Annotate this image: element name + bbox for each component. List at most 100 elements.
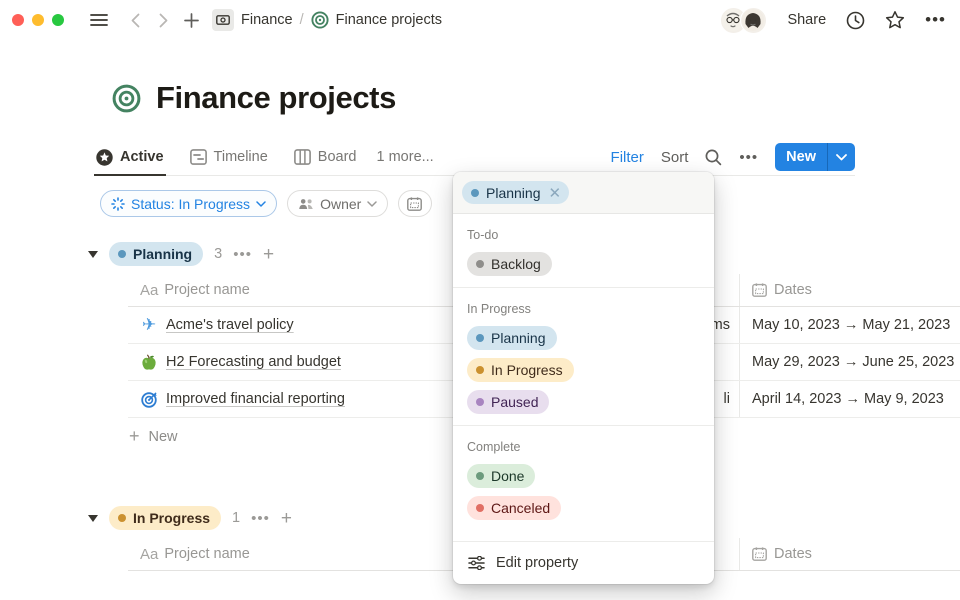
status-filter-label: Status: In Progress	[131, 196, 250, 212]
edit-property-button[interactable]: Edit property	[453, 541, 714, 584]
new-page-plus-icon[interactable]	[178, 7, 204, 33]
menu-group-complete: Complete Done Canceled	[453, 425, 714, 531]
notion-window: Finance / Finance projects Share	[0, 0, 960, 600]
close-window-button[interactable]	[12, 14, 24, 26]
favorite-star-icon[interactable]	[885, 10, 905, 30]
avatar[interactable]	[740, 7, 767, 34]
new-button-label[interactable]: New	[775, 143, 827, 171]
calendar-icon	[752, 547, 767, 561]
dates-cell[interactable]: May 29, 2023 → June 25, 2023	[740, 354, 960, 370]
burst-icon	[111, 197, 125, 211]
new-button[interactable]: New	[775, 143, 855, 171]
menu-group-in-progress: In Progress Planning In Progress Paused	[453, 287, 714, 425]
window-controls	[12, 14, 64, 26]
breadcrumb-item-finance[interactable]: Finance	[241, 12, 293, 28]
column-header-project-name[interactable]: Aa Project name	[128, 282, 455, 299]
zoom-window-button[interactable]	[52, 14, 64, 26]
group-options-icon[interactable]: •••	[233, 246, 252, 263]
dates-filter-chip[interactable]	[398, 190, 432, 217]
banknote-icon	[212, 9, 234, 31]
tab-label: Board	[318, 149, 357, 165]
group-header-in-progress: In Progress 1 ••• +	[88, 505, 292, 531]
window-titlebar: Finance / Finance projects Share	[0, 0, 960, 40]
page-header: Finance projects	[112, 80, 396, 116]
calendar-icon	[752, 283, 767, 297]
menu-option-canceled[interactable]: Canceled	[467, 496, 700, 520]
page-title: Finance projects	[156, 80, 396, 116]
filter-button[interactable]: Filter	[611, 149, 644, 166]
plus-icon: +	[129, 426, 140, 447]
edit-property-label: Edit property	[496, 555, 578, 571]
chevron-down-icon	[256, 201, 266, 207]
owner-filter-chip[interactable]: Owner	[287, 190, 388, 217]
target-icon	[311, 11, 329, 29]
page-target-icon[interactable]	[112, 84, 141, 113]
column-header-project-name[interactable]: Aa Project name	[128, 546, 455, 563]
group-count: 1	[232, 510, 240, 526]
collaborator-avatars	[720, 7, 767, 34]
new-button-chevron-down-icon[interactable]	[827, 143, 855, 171]
chevron-down-icon	[367, 201, 377, 207]
menu-group-label: Complete	[467, 440, 700, 454]
remove-tag-icon[interactable]: ✕	[549, 184, 562, 202]
share-button[interactable]: Share	[787, 12, 826, 28]
group-add-icon[interactable]: +	[263, 245, 274, 264]
tab-label: Timeline	[214, 149, 268, 165]
people-icon	[298, 198, 314, 210]
column-header-dates[interactable]: Dates	[740, 546, 960, 562]
owner-filter-label: Owner	[320, 196, 361, 212]
tab-active[interactable]: Active	[96, 139, 164, 175]
menu-group-label: To-do	[467, 228, 700, 242]
group-add-icon[interactable]: +	[281, 509, 292, 528]
project-link[interactable]: Acme's travel policy	[166, 317, 294, 333]
menu-group-todo: To-do Backlog	[453, 214, 714, 287]
nav-forward-icon[interactable]	[150, 7, 176, 33]
status-filter-chip[interactable]: Status: In Progress	[100, 190, 277, 217]
airplane-icon: ✈	[140, 315, 158, 335]
board-view-icon	[294, 149, 311, 165]
menu-group-label: In Progress	[467, 302, 700, 316]
menu-option-paused[interactable]: Paused	[467, 390, 700, 414]
updates-clock-icon[interactable]	[846, 11, 865, 30]
timeline-view-icon	[190, 149, 207, 165]
text-property-icon: Aa	[140, 546, 158, 563]
sidebar-toggle-icon[interactable]	[86, 7, 112, 33]
selected-values-input[interactable]: Planning ✕	[453, 172, 714, 214]
collapse-triangle-icon[interactable]	[88, 251, 98, 258]
breadcrumb-item-finance-projects[interactable]: Finance projects	[336, 12, 442, 28]
column-header-dates[interactable]: Dates	[740, 282, 960, 298]
group-tag-in-progress[interactable]: In Progress	[109, 506, 221, 530]
group-tag-planning[interactable]: Planning	[109, 242, 203, 266]
group-options-icon[interactable]: •••	[251, 510, 270, 527]
minimize-window-button[interactable]	[32, 14, 44, 26]
menu-option-done[interactable]: Done	[467, 464, 700, 488]
view-tabs: Active Timeline Board 1 more...	[96, 139, 434, 175]
filter-chip-bar: Status: In Progress Owner	[100, 190, 432, 217]
sort-button[interactable]: Sort	[661, 149, 689, 166]
view-options-icon[interactable]: •••	[739, 149, 758, 166]
selected-tag-planning: Planning ✕	[462, 181, 569, 204]
project-link[interactable]: Improved financial reporting	[166, 391, 345, 407]
tab-board[interactable]: Board	[294, 139, 357, 175]
text-property-icon: Aa	[140, 282, 158, 299]
more-options-icon[interactable]: •••	[925, 10, 946, 30]
tab-timeline[interactable]: Timeline	[190, 139, 268, 175]
view-toolbar: Active Timeline Board 1 more... Filter S…	[96, 139, 855, 176]
calendar-icon	[407, 197, 422, 211]
menu-option-planning[interactable]: Planning	[467, 326, 700, 350]
menu-option-in-progress[interactable]: In Progress	[467, 358, 700, 382]
project-link[interactable]: H2 Forecasting and budget	[166, 354, 341, 370]
nav-back-icon[interactable]	[122, 7, 148, 33]
menu-option-backlog[interactable]: Backlog	[467, 252, 700, 276]
green-apple-icon	[140, 354, 158, 371]
group-count: 3	[214, 246, 222, 262]
tab-label: Active	[120, 149, 164, 165]
tab-more-views[interactable]: 1 more...	[377, 149, 434, 165]
breadcrumb: Finance / Finance projects	[212, 9, 442, 31]
dates-cell[interactable]: May 10, 2023 → May 21, 2023	[740, 317, 960, 333]
sliders-icon	[468, 556, 485, 570]
dates-cell[interactable]: April 14, 2023 → May 9, 2023	[740, 391, 960, 407]
blue-target-icon	[140, 391, 158, 408]
search-icon[interactable]	[705, 149, 722, 166]
collapse-triangle-icon[interactable]	[88, 515, 98, 522]
